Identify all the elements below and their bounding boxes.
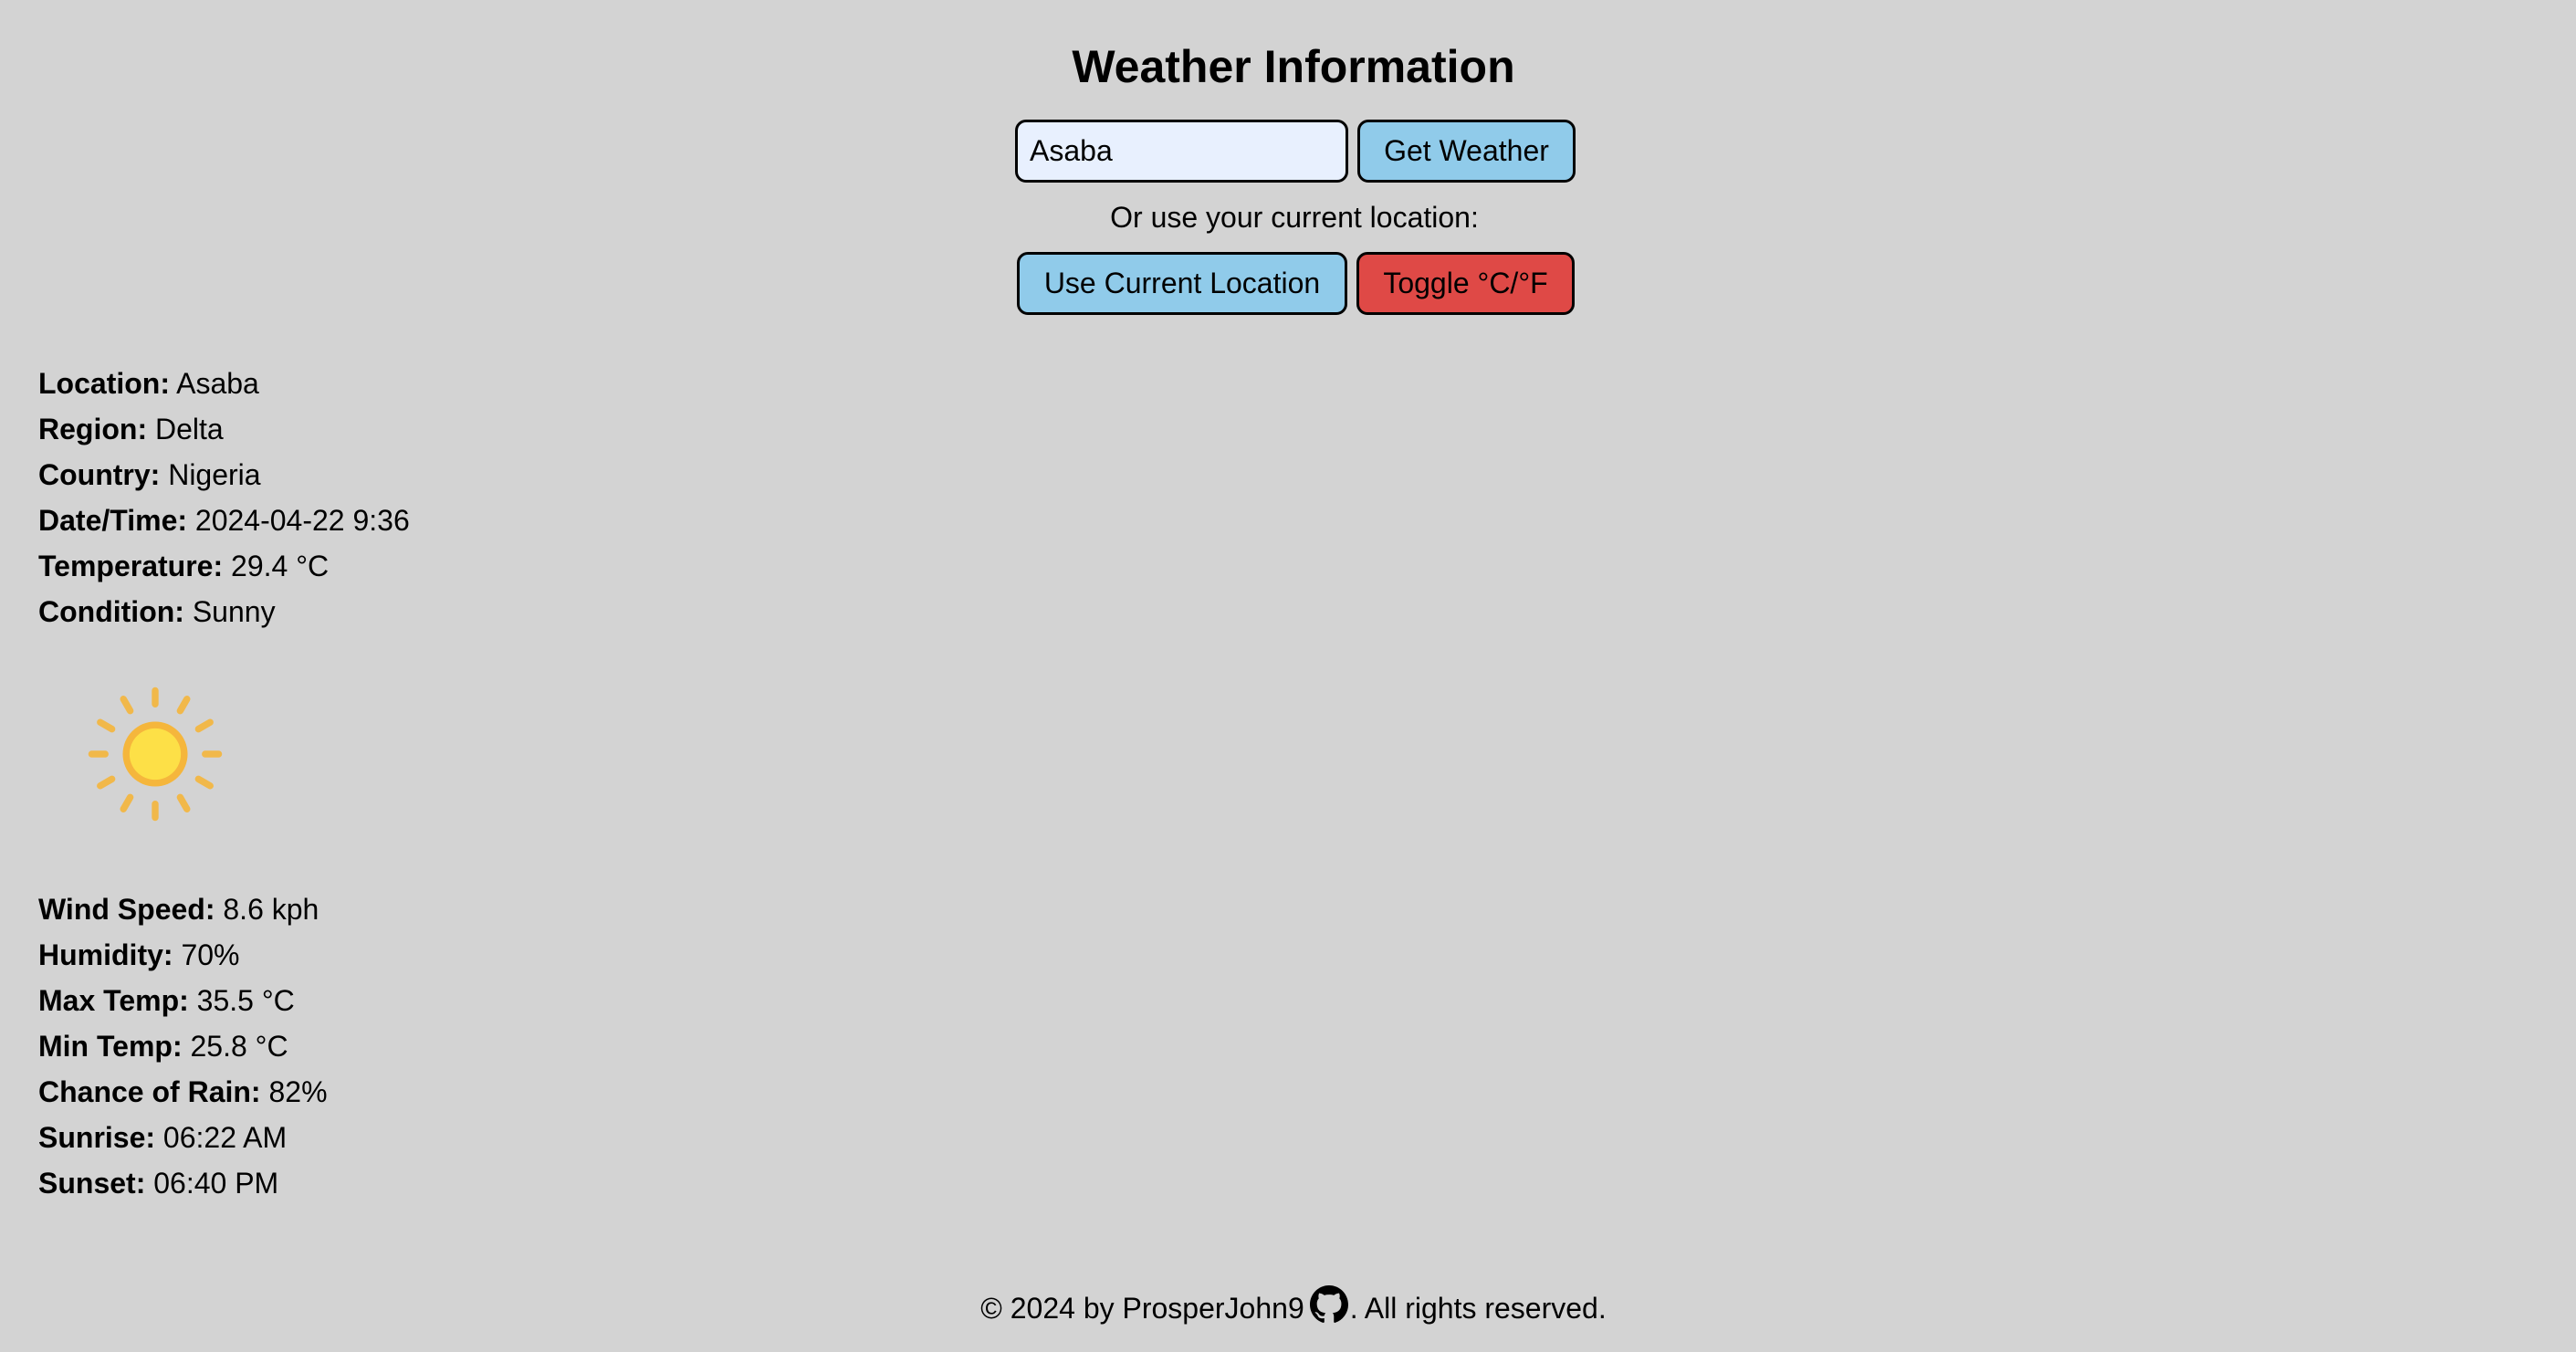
wind-speed-row: Wind Speed: 8.6 kph — [38, 886, 328, 932]
info-label: Condition: — [38, 595, 184, 628]
chance-of-rain-row: Chance of Rain: 82% — [38, 1069, 328, 1115]
info-value: Nigeria — [168, 458, 261, 491]
weather-details-info: Wind Speed: 8.6 kph Humidity: 70% Max Te… — [38, 886, 328, 1206]
temperature-row: Temperature: 29.4 °C — [38, 543, 410, 589]
footer-rights: . All rights reserved. — [1349, 1292, 1607, 1325]
info-value: 29.4 °C — [231, 550, 330, 582]
footer: © 2024 by ProsperJohn9 . All rights reser… — [0, 1285, 2576, 1328]
info-value: 06:22 AM — [162, 1121, 288, 1154]
min-temp-row: Min Temp: 25.8 °C — [38, 1023, 328, 1069]
info-label: Wind Speed: — [38, 893, 215, 926]
info-label: Sunrise: — [38, 1121, 156, 1154]
info-label: Date/Time: — [38, 504, 188, 537]
datetime-row: Date/Time: 2024-04-22 9:36 — [38, 498, 410, 543]
info-value: 35.5 °C — [196, 984, 295, 1017]
search-row: Get Weather — [1015, 120, 1576, 183]
weather-page: Weather Information Get Weather Or use y… — [0, 0, 2576, 1352]
footer-copyright: © 2024 by ProsperJohn9 — [980, 1292, 1304, 1325]
info-label: Min Temp: — [38, 1030, 183, 1063]
info-value: Sunny — [192, 595, 276, 628]
toggle-unit-button[interactable]: Toggle °C/°F — [1356, 252, 1575, 315]
info-label: Max Temp: — [38, 984, 189, 1017]
info-value: Asaba — [176, 367, 259, 400]
info-label: Temperature: — [38, 550, 224, 582]
get-weather-button[interactable]: Get Weather — [1357, 120, 1576, 183]
info-label: Country: — [38, 458, 161, 491]
info-value: Delta — [154, 413, 224, 445]
sunrise-row: Sunrise: 06:22 AM — [38, 1115, 328, 1160]
use-current-location-button[interactable]: Use Current Location — [1017, 252, 1347, 315]
info-value: 8.6 kph — [223, 893, 319, 926]
github-icon[interactable] — [1309, 1285, 1348, 1324]
info-value: 06:40 PM — [153, 1167, 279, 1200]
info-value: 70% — [181, 938, 240, 971]
location-row-info: Location: Asaba — [38, 361, 410, 406]
sunset-row: Sunset: 06:40 PM — [38, 1160, 328, 1206]
info-label: Sunset: — [38, 1167, 146, 1200]
current-location-prompt: Or use your current location: — [1110, 201, 1479, 234]
weather-primary-info: Location: Asaba Region: Delta Country: N… — [38, 361, 410, 634]
region-row: Region: Delta — [38, 406, 410, 452]
condition-row: Condition: Sunny — [38, 589, 410, 634]
city-input[interactable] — [1015, 120, 1348, 183]
location-row: Use Current Location Toggle °C/°F — [1017, 252, 1575, 315]
info-label: Region: — [38, 413, 148, 445]
max-temp-row: Max Temp: 35.5 °C — [38, 978, 328, 1023]
sun-icon — [88, 686, 223, 822]
country-row: Country: Nigeria — [38, 452, 410, 498]
info-value: 2024-04-22 9:36 — [194, 504, 410, 537]
info-label: Location: — [38, 367, 170, 400]
humidity-row: Humidity: 70% — [38, 932, 328, 978]
info-label: Humidity: — [38, 938, 173, 971]
info-label: Chance of Rain: — [38, 1075, 261, 1108]
info-value: 82% — [268, 1075, 328, 1108]
info-value: 25.8 °C — [190, 1030, 288, 1063]
page-title: Weather Information — [1072, 41, 1515, 92]
